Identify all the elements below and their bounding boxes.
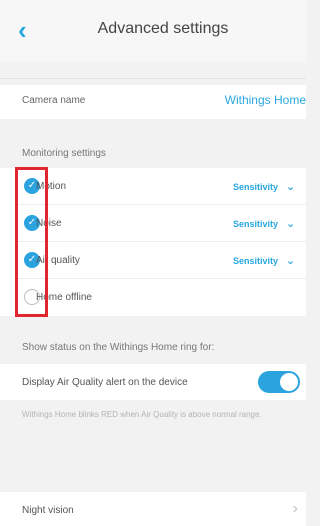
header-divider	[0, 78, 306, 79]
air-quality-alert-label: Display Air Quality alert on the device	[22, 377, 188, 388]
page-title: Advanced settings	[97, 20, 229, 37]
air-quality-note: Withings Home blinks RED when Air Qualit…	[22, 410, 262, 419]
ring-status-section-label: Show status on the Withings Home ring fo…	[22, 342, 215, 353]
monitoring-section-label: Monitoring settings	[22, 148, 106, 159]
air-quality-alert-toggle[interactable]	[258, 371, 300, 393]
noise-sensitivity-button[interactable]: Sensitivity	[233, 219, 278, 229]
header-bar: ‹ Advanced settings	[0, 0, 306, 62]
toggle-knob	[280, 373, 298, 391]
chevron-down-icon[interactable]: ⌄	[286, 182, 298, 193]
night-vision-label: Night vision	[22, 505, 74, 516]
air-quality-sensitivity-button[interactable]: Sensitivity	[233, 256, 278, 266]
red-highlight-box	[15, 167, 48, 317]
motion-sensitivity-button[interactable]: Sensitivity	[233, 182, 278, 192]
air-quality-alert-row: Display Air Quality alert on the device	[0, 364, 306, 400]
camera-name-value[interactable]: Withings Home	[225, 93, 306, 107]
camera-name-row[interactable]: Camera name Withings Home	[0, 85, 306, 119]
camera-name-label: Camera name	[22, 95, 86, 106]
chevron-down-icon[interactable]: ⌄	[286, 219, 298, 230]
chevron-right-icon: ›	[292, 500, 298, 517]
night-vision-row[interactable]: Night vision ›	[0, 492, 306, 526]
chevron-down-icon[interactable]: ⌄	[286, 256, 298, 267]
